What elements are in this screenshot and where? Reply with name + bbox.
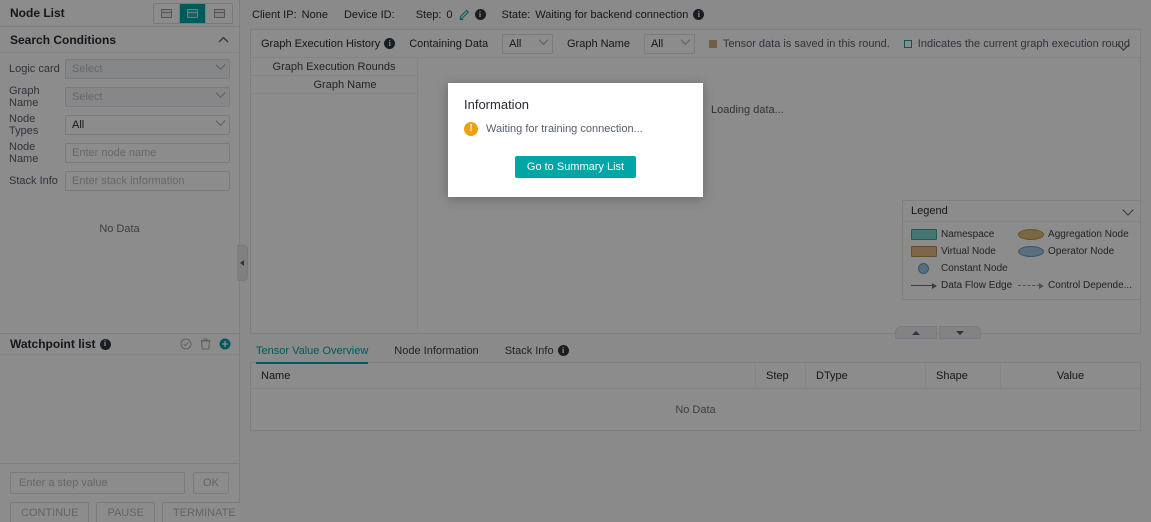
modal-backdrop[interactable] bbox=[0, 0, 1151, 522]
dialog-actions: Go to Summary List bbox=[464, 156, 687, 178]
dialog-message-row: ! Waiting for training connection... bbox=[464, 122, 687, 136]
information-dialog: Information ! Waiting for training conne… bbox=[448, 83, 703, 197]
debugger-app: Node List Search Conditions Logic card S… bbox=[0, 0, 1151, 522]
dialog-title: Information bbox=[464, 97, 687, 112]
warning-icon: ! bbox=[464, 122, 478, 136]
go-to-summary-list-button[interactable]: Go to Summary List bbox=[515, 156, 636, 178]
dialog-message: Waiting for training connection... bbox=[486, 123, 643, 135]
